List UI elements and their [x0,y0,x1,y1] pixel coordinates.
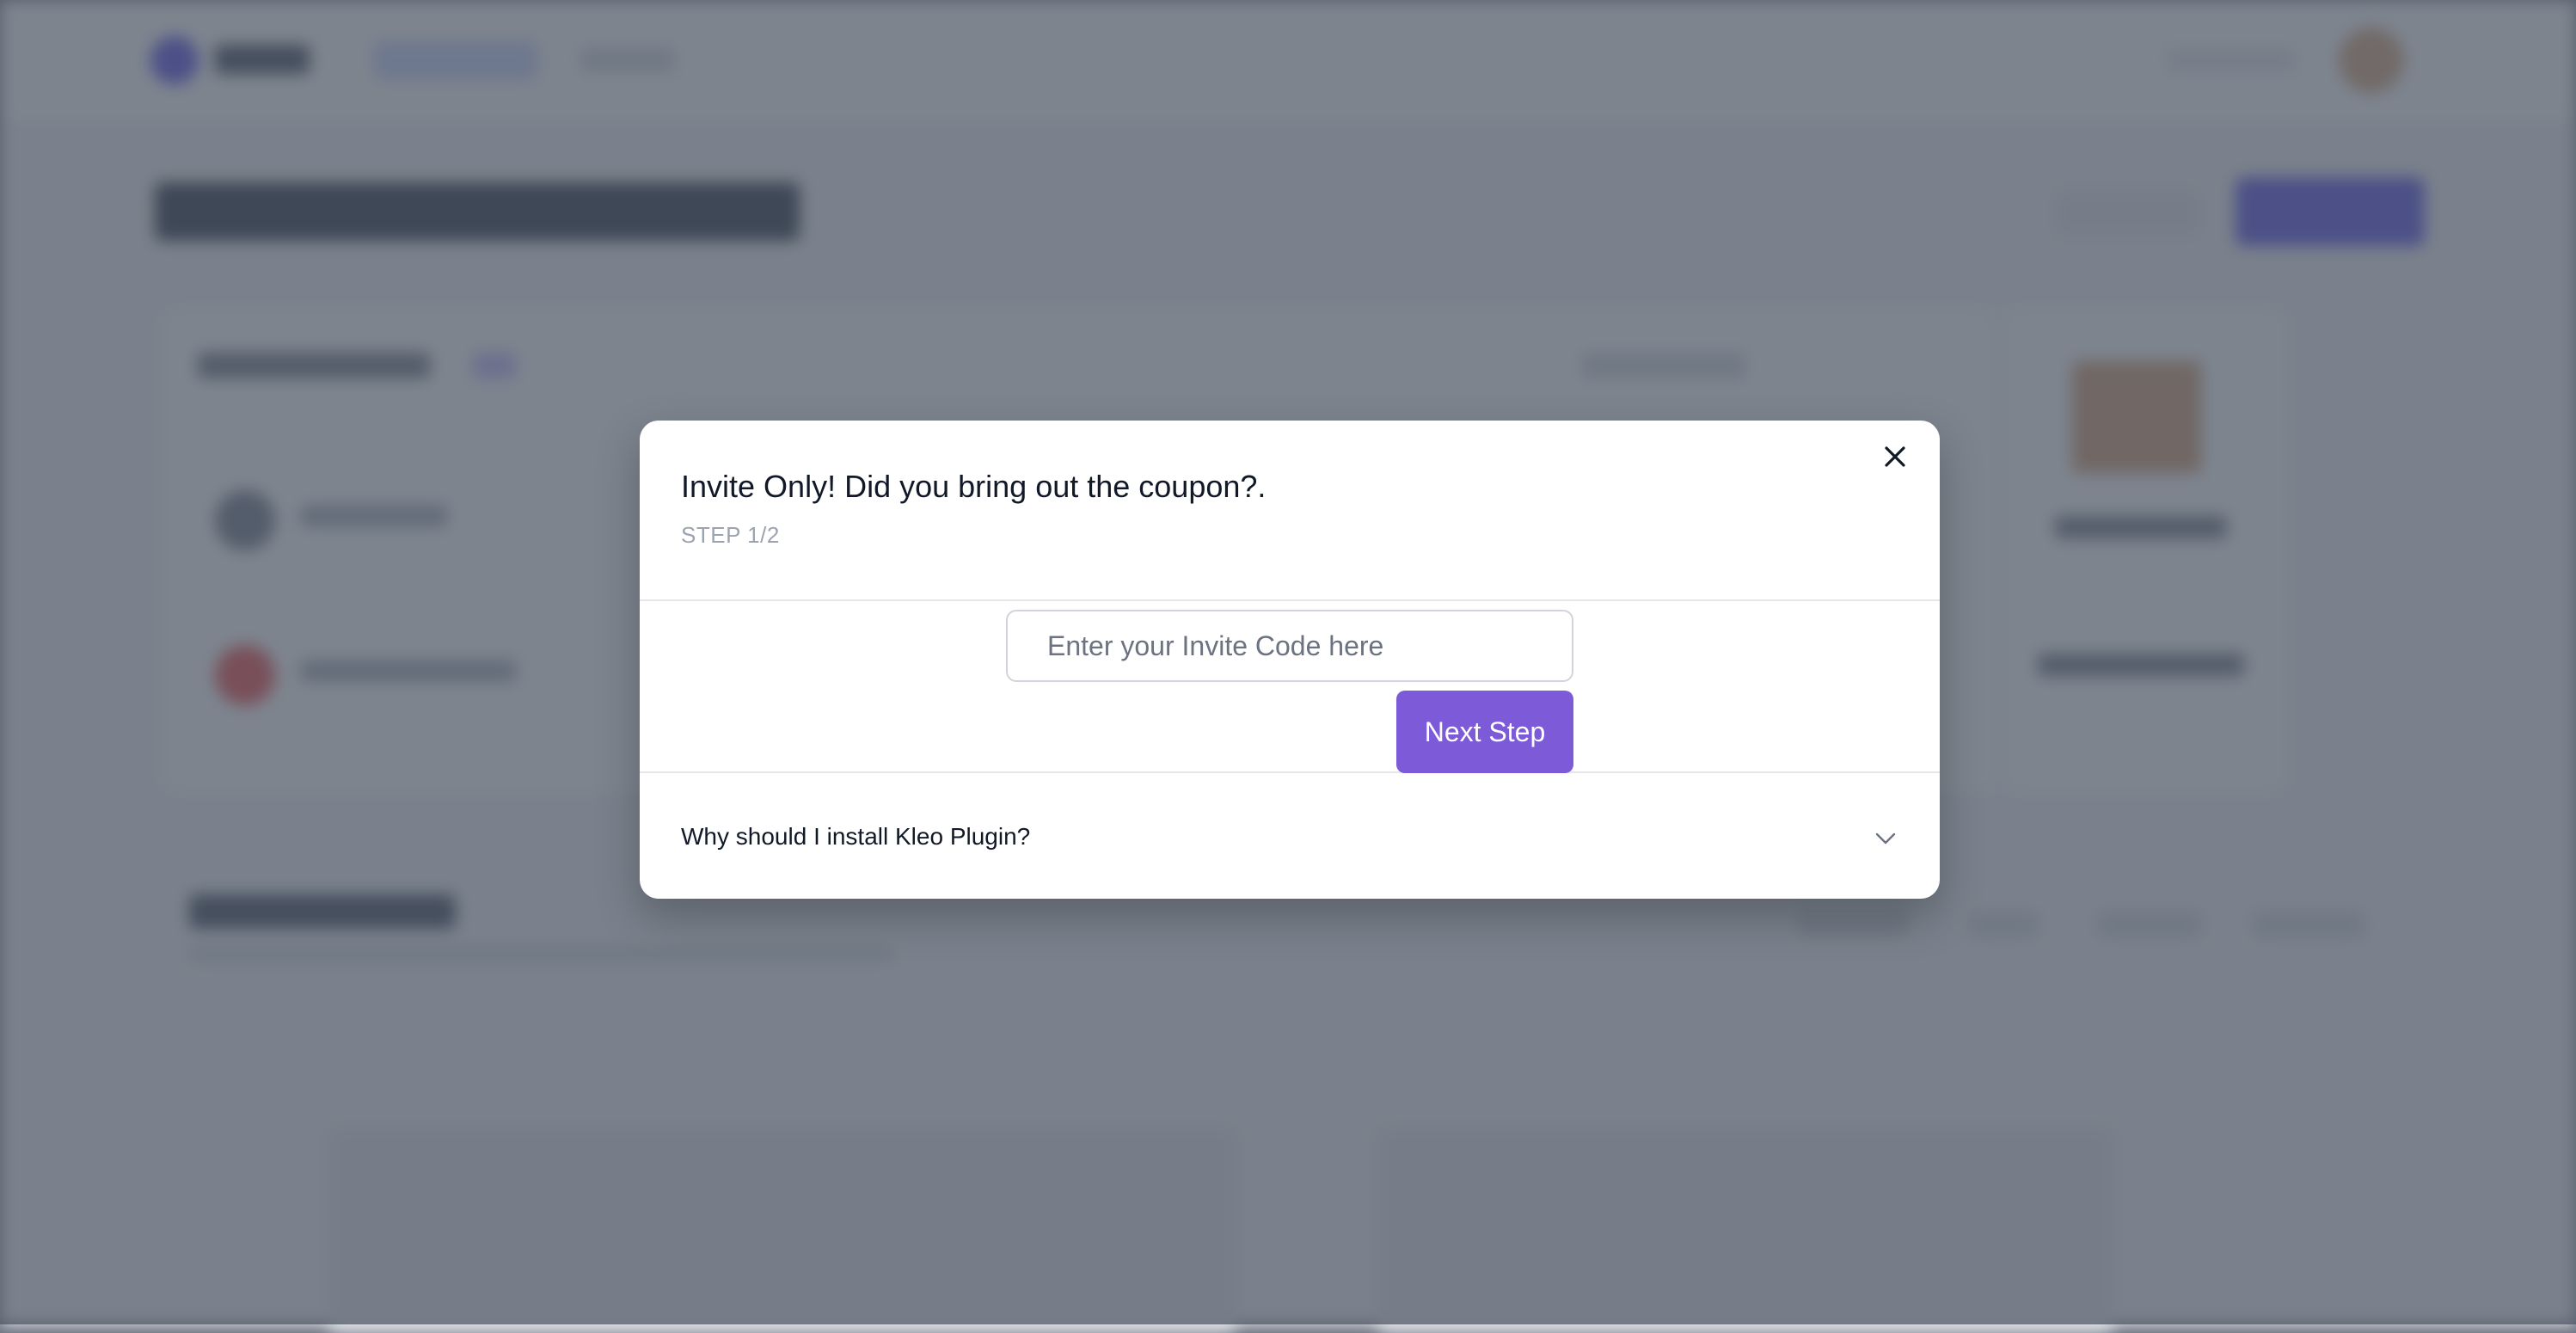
invite-code-input[interactable] [1006,610,1573,682]
modal-header: Invite Only! Did you bring out the coupo… [640,421,1940,601]
faq-accordion[interactable]: Why should I install Kleo Plugin? [640,775,1940,899]
modal-body: Next Step [640,601,1940,773]
close-button[interactable] [1873,436,1917,481]
modal-title: Invite Only! Did you bring out the coupo… [681,469,1266,505]
invite-modal: Invite Only! Did you bring out the coupo… [640,421,1940,899]
close-icon [1882,444,1908,474]
faq-question: Why should I install Kleo Plugin? [681,823,1030,851]
step-indicator: STEP 1/2 [681,522,780,549]
chevron-down-icon [1873,825,1898,851]
next-step-button[interactable]: Next Step [1396,691,1573,773]
